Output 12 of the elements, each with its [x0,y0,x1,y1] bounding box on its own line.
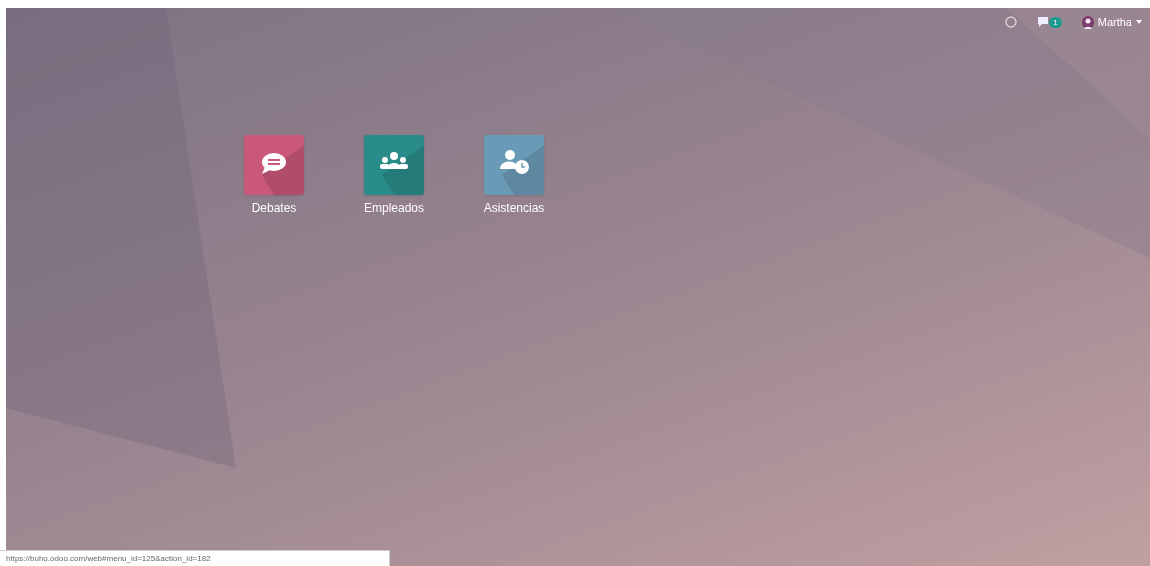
avatar-icon [1081,15,1094,29]
user-menu[interactable]: Martha [1081,14,1142,31]
app-icon[interactable] [484,134,544,195]
caret-icon [1136,20,1142,25]
app-icon[interactable] [364,134,424,195]
app-label[interactable]: Asistencias [483,198,545,217]
chat-button[interactable]: 1 [1037,16,1062,29]
status-url: https://buho.odoo.com/web#menu_id=125&action_id=182 [0,550,390,566]
app-label[interactable]: Debates [251,198,297,217]
app-label[interactable]: Empleados [364,198,425,217]
app-icon[interactable] [244,134,304,195]
notification-badge: 1 [1049,16,1062,28]
